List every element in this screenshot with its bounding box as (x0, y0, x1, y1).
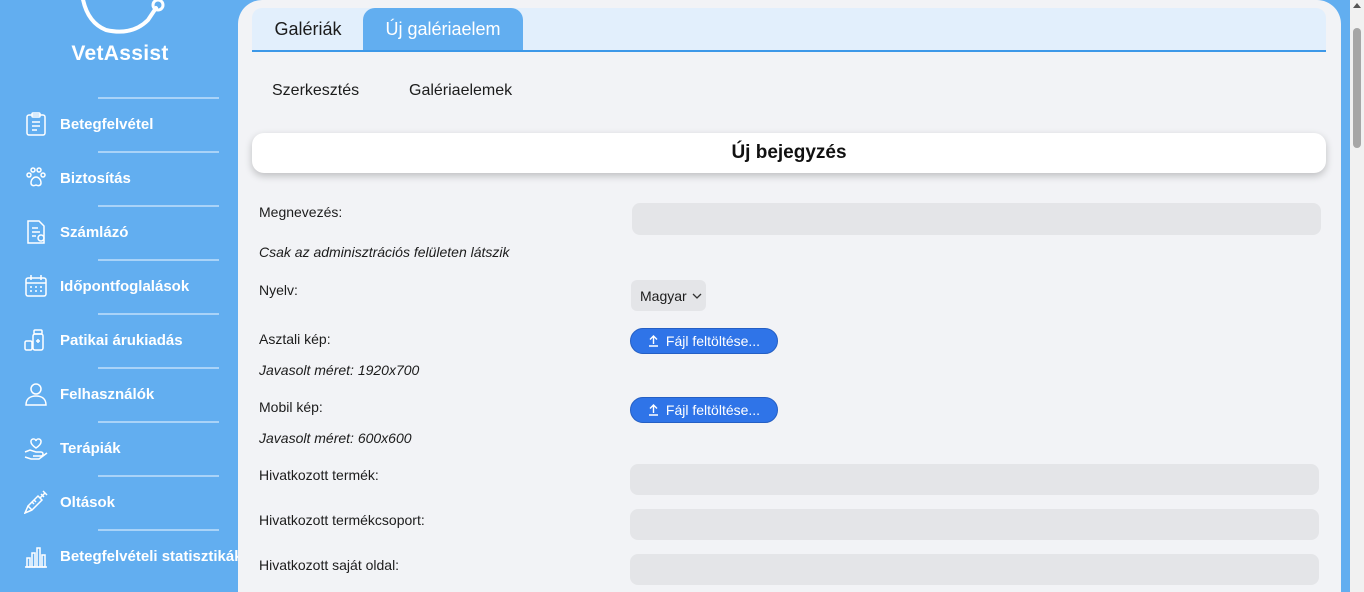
linked-product-input[interactable] (630, 464, 1319, 495)
name-label: Megnevezés: (259, 204, 343, 220)
upload-button-label: Fájl feltöltése... (665, 333, 761, 349)
stethoscope-icon (81, 0, 165, 34)
invoice-icon (24, 220, 48, 244)
sidebar-item-felhasznalok[interactable]: Felhasználók (24, 367, 237, 421)
sidebar-item-label: Felhasználók (60, 385, 155, 403)
paw-icon (24, 166, 48, 190)
sidebar-item-terapiak[interactable]: Terápiák (24, 421, 237, 475)
tab-new-gallery-item[interactable]: Új galériaelem (363, 8, 523, 50)
sidebar-item-label: Számlázó (60, 223, 129, 241)
upload-icon (648, 404, 659, 416)
calendar-icon (24, 274, 48, 298)
mobile-image-label: Mobil kép: (259, 399, 323, 415)
subtab-gallery-items[interactable]: Galériaelemek (409, 82, 512, 100)
bar-chart-icon (24, 544, 48, 568)
language-label: Nyelv: (259, 282, 298, 298)
sidebar: VetAssist Betegfelvétel Biztosítás Száml… (0, 0, 243, 592)
upload-icon (648, 335, 659, 347)
main-panel: Galériák Új galériaelem Szerkesztés Galé… (238, 0, 1341, 592)
language-select-value: Magyar (640, 287, 687, 304)
sidebar-item-biztositas[interactable]: Biztosítás (24, 151, 237, 205)
desktop-image-upload-button[interactable]: Fájl feltöltése... (630, 328, 778, 354)
form-title: Új bejegyzés (252, 133, 1326, 173)
sidebar-item-idopontfoglalasok[interactable]: Időpontfoglalások (24, 259, 237, 313)
sidebar-item-betegfelveteli-statisztikak[interactable]: Betegfelvételi statisztikák (24, 529, 243, 583)
page-scrollbar[interactable] (1350, 0, 1364, 592)
scroll-up-arrow-icon[interactable] (1350, 2, 1364, 14)
upload-button-label: Fájl feltöltése... (665, 402, 761, 418)
mobile-size-hint: Javasolt méret: 600x600 (259, 430, 412, 446)
desktop-size-hint: Javasolt méret: 1920x700 (259, 362, 420, 378)
linked-own-page-label: Hivatkozott saját oldal: (259, 557, 400, 573)
sidebar-item-szamlazo[interactable]: Számlázó (24, 205, 237, 259)
sidebar-item-label: Időpontfoglalások (60, 277, 190, 295)
language-select[interactable]: Magyar (631, 280, 706, 311)
sidebar-item-patikai-arukiadas[interactable]: Patikai árukiadás (24, 313, 237, 367)
logo[interactable]: VetAssist (0, 0, 237, 80)
linked-product-label: Hivatkozott termék: (259, 467, 379, 483)
linked-product-group-label: Hivatkozott termékcsoport: (259, 512, 425, 528)
sidebar-item-label: Patikai árukiadás (60, 331, 183, 349)
sidebar-item-betegfelvetel[interactable]: Betegfelvétel (24, 97, 237, 151)
sidebar-item-label: Oltások (60, 493, 116, 511)
user-icon (24, 382, 48, 406)
sidebar-item-label: Biztosítás (60, 169, 131, 187)
syringe-icon (24, 490, 48, 514)
sidebar-item-oltasok[interactable]: Oltások (24, 475, 237, 529)
subtab-edit[interactable]: Szerkesztés (272, 82, 359, 100)
brand-name: VetAssist (71, 42, 169, 65)
tab-galleries[interactable]: Galériák (262, 8, 354, 50)
scroll-thumb[interactable] (1353, 28, 1361, 148)
sidebar-item-label: Terápiák (60, 439, 121, 457)
sidebar-item-label: Betegfelvételi statisztikák (60, 547, 243, 565)
sidebar-item-label: Betegfelvétel (60, 115, 154, 133)
admin-visibility-hint: Csak az adminisztrációs felületen látszi… (259, 244, 510, 260)
chevron-down-icon (692, 293, 702, 299)
mobile-image-upload-button[interactable]: Fájl feltöltése... (630, 397, 778, 423)
medicine-icon (24, 328, 48, 352)
name-input[interactable] (632, 203, 1321, 235)
hand-heart-icon (24, 436, 48, 460)
linked-own-page-input[interactable] (630, 554, 1319, 585)
tab-bar: Galériák Új galériaelem (252, 8, 1326, 52)
linked-product-group-input[interactable] (630, 509, 1319, 540)
clipboard-icon (24, 112, 48, 136)
desktop-image-label: Asztali kép: (259, 331, 331, 347)
